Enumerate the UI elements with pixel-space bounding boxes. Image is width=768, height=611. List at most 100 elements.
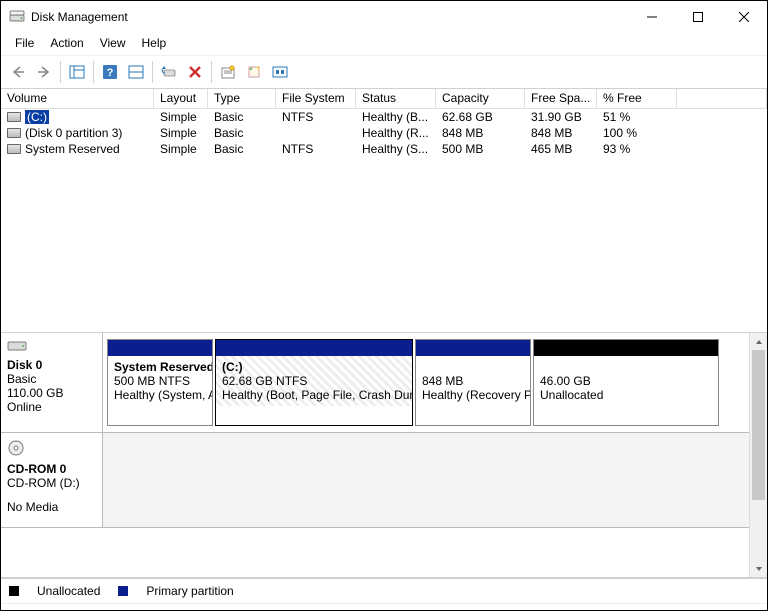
disk-size: 110.00 GB bbox=[7, 386, 96, 400]
disk-name: CD-ROM 0 bbox=[7, 462, 96, 476]
volume-name: (C:) bbox=[1, 109, 154, 125]
volume-status: Healthy (R... bbox=[356, 125, 436, 141]
volume-fs: NTFS bbox=[276, 109, 356, 125]
disk-type: CD-ROM (D:) bbox=[7, 476, 96, 490]
maximize-button[interactable] bbox=[675, 2, 721, 32]
volume-free: 848 MB bbox=[525, 125, 597, 141]
partition-stripe bbox=[534, 340, 718, 356]
partitions-area bbox=[103, 433, 749, 527]
volume-type: Basic bbox=[208, 141, 276, 157]
partition-status: Unallocated bbox=[540, 388, 712, 402]
partition-size: 500 MB NTFS bbox=[114, 374, 206, 388]
layout-button[interactable] bbox=[124, 60, 148, 84]
back-button[interactable] bbox=[6, 60, 30, 84]
menu-view[interactable]: View bbox=[92, 34, 134, 52]
col-type[interactable]: Type bbox=[208, 89, 276, 109]
status-strip bbox=[1, 603, 767, 610]
help-button[interactable]: ? bbox=[98, 60, 122, 84]
volume-layout: Simple bbox=[154, 141, 208, 157]
volume-pct: 93 % bbox=[597, 141, 677, 157]
legend-unallocated: Unallocated bbox=[37, 584, 100, 598]
volume-row[interactable]: (Disk 0 partition 3)SimpleBasic Healthy (… bbox=[1, 125, 767, 141]
svg-text:?: ? bbox=[107, 67, 114, 79]
volume-status: Healthy (S... bbox=[356, 141, 436, 157]
col-volume[interactable]: Volume bbox=[1, 89, 154, 109]
volume-free: 31.90 GB bbox=[525, 109, 597, 125]
disk-row: CD-ROM 0CD-ROM (D:) No Media bbox=[1, 433, 749, 528]
legend-primary: Primary partition bbox=[146, 584, 233, 598]
delete-button[interactable] bbox=[183, 60, 207, 84]
col-fs[interactable]: File System bbox=[276, 89, 356, 109]
partition[interactable]: 46.00 GBUnallocated bbox=[533, 339, 719, 426]
legend: Unallocated Primary partition bbox=[1, 577, 767, 603]
toolbar: ? bbox=[1, 56, 767, 89]
col-status[interactable]: Status bbox=[356, 89, 436, 109]
scroll-up-icon[interactable] bbox=[750, 333, 767, 350]
partition-size: 848 MB bbox=[422, 374, 524, 388]
partition[interactable]: 848 MBHealthy (Recovery P bbox=[415, 339, 531, 426]
volume-layout: Simple bbox=[154, 125, 208, 141]
scrollbar-thumb[interactable] bbox=[752, 350, 765, 500]
refresh-button[interactable] bbox=[157, 60, 181, 84]
graphical-view: Disk 0Basic110.00 GBOnlineSystem Reserve… bbox=[1, 333, 767, 577]
menu-file[interactable]: File bbox=[7, 34, 42, 52]
partitions-area: System Reserved500 MB NTFSHealthy (Syste… bbox=[103, 333, 749, 432]
partition-name: (C:) bbox=[222, 360, 406, 374]
app-icon bbox=[9, 9, 25, 25]
disk-name: Disk 0 bbox=[7, 358, 96, 372]
volume-name: System Reserved bbox=[1, 141, 154, 157]
volume-row[interactable]: (C:)SimpleBasicNTFSHealthy (B...62.68 GB… bbox=[1, 109, 767, 125]
partition-stripe bbox=[416, 340, 530, 356]
volume-row[interactable]: System ReservedSimpleBasicNTFSHealthy (S… bbox=[1, 141, 767, 157]
volume-fs bbox=[276, 132, 356, 134]
volume-status: Healthy (B... bbox=[356, 109, 436, 125]
menu-help[interactable]: Help bbox=[134, 34, 175, 52]
properties-button[interactable] bbox=[216, 60, 240, 84]
partition-name: System Reserved bbox=[114, 360, 206, 374]
forward-button[interactable] bbox=[32, 60, 56, 84]
volume-type: Basic bbox=[208, 109, 276, 125]
partition-size: 46.00 GB bbox=[540, 374, 712, 388]
disk-state: No Media bbox=[7, 500, 96, 514]
new-button[interactable] bbox=[242, 60, 266, 84]
partition[interactable]: System Reserved500 MB NTFSHealthy (Syste… bbox=[107, 339, 213, 426]
volume-pct: 51 % bbox=[597, 109, 677, 125]
volume-pct: 100 % bbox=[597, 125, 677, 141]
partition-size: 62.68 GB NTFS bbox=[222, 374, 406, 388]
hdd-icon bbox=[7, 339, 96, 356]
minimize-button[interactable] bbox=[629, 2, 675, 32]
column-header-row: Volume Layout Type File System Status Ca… bbox=[1, 89, 767, 109]
disk-label[interactable]: Disk 0Basic110.00 GBOnline bbox=[1, 333, 103, 432]
volume-capacity: 500 MB bbox=[436, 141, 525, 157]
disk-label[interactable]: CD-ROM 0CD-ROM (D:) No Media bbox=[1, 433, 103, 527]
close-button[interactable] bbox=[721, 2, 767, 32]
scroll-down-icon[interactable] bbox=[750, 560, 767, 577]
col-extra[interactable] bbox=[677, 89, 767, 109]
volume-layout: Simple bbox=[154, 109, 208, 125]
partition-stripe bbox=[108, 340, 212, 356]
disk-row: Disk 0Basic110.00 GBOnlineSystem Reserve… bbox=[1, 333, 749, 433]
cd-icon bbox=[7, 439, 96, 460]
volume-type: Basic bbox=[208, 125, 276, 141]
col-free[interactable]: Free Spa... bbox=[525, 89, 597, 109]
disk-type: Basic bbox=[7, 372, 96, 386]
partition-status: Healthy (System, A bbox=[114, 388, 206, 402]
volume-name: (Disk 0 partition 3) bbox=[1, 125, 154, 141]
partition[interactable]: (C:)62.68 GB NTFSHealthy (Boot, Page Fil… bbox=[215, 339, 413, 426]
legend-swatch-unallocated bbox=[9, 586, 19, 596]
disk-state: Online bbox=[7, 400, 96, 414]
col-layout[interactable]: Layout bbox=[154, 89, 208, 109]
show-hide-button[interactable] bbox=[65, 60, 89, 84]
volume-fs: NTFS bbox=[276, 141, 356, 157]
vertical-scrollbar[interactable] bbox=[749, 333, 767, 577]
menu-action[interactable]: Action bbox=[42, 34, 91, 52]
partition-stripe bbox=[216, 340, 412, 356]
volume-capacity: 848 MB bbox=[436, 125, 525, 141]
partition-status: Healthy (Recovery P bbox=[422, 388, 524, 402]
settings-button[interactable] bbox=[268, 60, 292, 84]
menubar: File Action View Help bbox=[1, 33, 767, 56]
col-pct[interactable]: % Free bbox=[597, 89, 677, 109]
col-capacity[interactable]: Capacity bbox=[436, 89, 525, 109]
partition-status: Healthy (Boot, Page File, Crash Dum bbox=[222, 388, 406, 402]
volume-free: 465 MB bbox=[525, 141, 597, 157]
